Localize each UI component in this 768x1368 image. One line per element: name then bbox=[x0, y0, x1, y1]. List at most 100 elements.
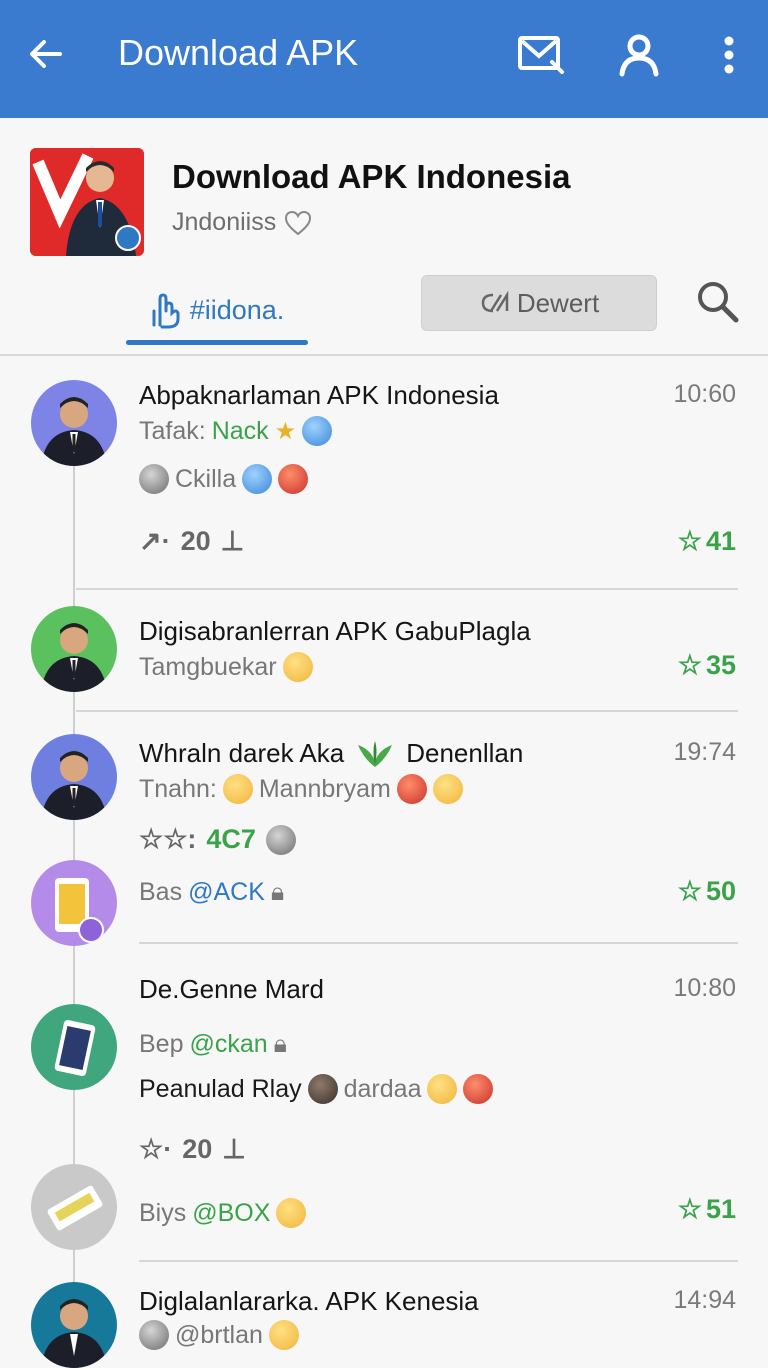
more-vert-icon[interactable] bbox=[712, 32, 746, 78]
emoji-icon bbox=[242, 464, 273, 494]
emoji-icon bbox=[268, 1320, 299, 1350]
post-mention[interactable]: @ACK bbox=[188, 878, 265, 907]
post-line: Biys @BOX bbox=[139, 1198, 307, 1228]
post-line-prefix: Bep bbox=[139, 1030, 184, 1058]
avatar[interactable] bbox=[31, 606, 117, 692]
post-divider bbox=[139, 942, 738, 944]
avatar-mini bbox=[139, 1320, 169, 1350]
profile-name: Download APK Indonesia bbox=[172, 158, 571, 195]
avatar[interactable] bbox=[31, 1164, 117, 1250]
star-icon[interactable]: ☆☆: bbox=[139, 824, 196, 855]
avatar[interactable] bbox=[31, 734, 117, 820]
rating[interactable]: ☆ 50 bbox=[678, 876, 736, 907]
post-line-prefix: Bas bbox=[139, 878, 183, 906]
avatar[interactable] bbox=[31, 860, 117, 946]
follow-button-label: Dewert bbox=[516, 287, 600, 318]
emoji-icon bbox=[282, 652, 313, 682]
post-author[interactable]: Abpaknarlaman APK Indonesia bbox=[139, 380, 499, 411]
post-feed: Abpaknarlaman APK Indonesia 10:60 Tafak:… bbox=[0, 356, 768, 1368]
rating-count: 35 bbox=[705, 650, 736, 680]
like-count: 20 bbox=[180, 526, 211, 556]
lock-icon: 🔒︎ bbox=[273, 1030, 287, 1058]
shield-icon bbox=[302, 416, 333, 446]
post-author[interactable]: Whraln darek Aka Denenllan bbox=[139, 738, 523, 769]
profile-subtitle-text: Jndoniiss bbox=[172, 208, 277, 236]
star-icon[interactable]: ☆· bbox=[139, 1134, 172, 1165]
reaction-icon[interactable]: ↗· bbox=[139, 526, 171, 557]
rating[interactable]: ☆ 35 bbox=[678, 650, 736, 681]
rating[interactable]: ☆ 51 bbox=[678, 1194, 736, 1225]
rating-count: 50 bbox=[705, 876, 736, 906]
post-time: 10:60 bbox=[673, 380, 736, 408]
like-count: 4C7 bbox=[206, 824, 256, 854]
emoji-icon bbox=[432, 774, 463, 804]
chat-icon bbox=[481, 291, 509, 313]
post-line-prefix: Tnahn: bbox=[139, 774, 217, 803]
post-line-value[interactable]: Nack bbox=[212, 417, 269, 446]
rating-count: 41 bbox=[705, 526, 736, 556]
profile-header: Download APK Indonesia Jndoniiss #iidona… bbox=[0, 118, 768, 358]
post-line-value: dardaa bbox=[343, 1074, 422, 1103]
post-stats: ↗· 20 ⊥ bbox=[139, 526, 244, 557]
post-author[interactable]: De.Genne Mard bbox=[139, 974, 324, 1005]
avatar[interactable] bbox=[31, 1004, 117, 1090]
thumbs-icon[interactable]: ⊥ bbox=[221, 526, 245, 557]
post-mention[interactable]: @ckan bbox=[189, 1030, 267, 1059]
mail-icon[interactable] bbox=[516, 32, 566, 78]
heart-icon[interactable] bbox=[284, 210, 312, 236]
post-line-text: @brtlan bbox=[175, 1320, 263, 1349]
emoji-icon bbox=[427, 1074, 458, 1104]
profile-subtitle: Jndoniiss bbox=[172, 208, 312, 237]
post-line-value: Mannbryam bbox=[258, 774, 391, 803]
search-icon[interactable] bbox=[694, 278, 740, 324]
post-line: Ckilla bbox=[139, 464, 309, 494]
avatar-mini bbox=[307, 1074, 338, 1104]
post-line-prefix: Biys bbox=[139, 1198, 187, 1227]
post-line: Tafak: Nack ★ bbox=[139, 416, 333, 446]
post-line: @brtlan bbox=[139, 1320, 299, 1350]
post-line-text: Ckilla bbox=[175, 464, 237, 493]
emoji-icon bbox=[463, 1074, 494, 1104]
post-author[interactable]: Diglalanlararka. APK Kenesia bbox=[139, 1286, 479, 1317]
post-author-part: Whraln darek Aka bbox=[139, 738, 345, 768]
post-line: Peanulad Rlay dardaa bbox=[139, 1074, 494, 1104]
like-count: 20 bbox=[182, 1134, 213, 1164]
avatar[interactable] bbox=[31, 380, 117, 466]
rating[interactable]: ☆ 41 bbox=[678, 526, 736, 557]
emoji-icon bbox=[278, 464, 309, 494]
app-title: Download APK bbox=[118, 32, 359, 73]
plant-icon bbox=[358, 740, 393, 767]
emoji-icon bbox=[276, 1198, 307, 1228]
emoji-icon bbox=[396, 774, 427, 804]
follow-button[interactable]: Dewert bbox=[421, 275, 657, 331]
post-author[interactable]: Digisabranlerran APK GabuPlagla bbox=[139, 616, 531, 647]
app-logo bbox=[30, 148, 144, 256]
back-arrow-icon[interactable] bbox=[26, 34, 66, 74]
post-line-prefix: Tafak: bbox=[139, 416, 206, 445]
rating-count: 51 bbox=[705, 1194, 736, 1224]
hand-icon bbox=[152, 293, 180, 329]
lock-icon: 🔒︎ bbox=[270, 878, 285, 906]
star-icon: ☆ bbox=[677, 876, 702, 906]
post-line: Bep @ckan 🔒︎ bbox=[139, 1030, 287, 1059]
star-icon: ☆ bbox=[677, 526, 702, 556]
tab-active-label: #iidona. bbox=[189, 294, 285, 325]
post-mention[interactable]: @BOX bbox=[192, 1199, 270, 1228]
post-time: 14:94 bbox=[673, 1286, 736, 1314]
tab-indicator bbox=[126, 340, 308, 345]
post-divider bbox=[76, 588, 738, 590]
post-divider bbox=[76, 710, 738, 712]
tab-active[interactable]: #iidona. bbox=[126, 276, 308, 344]
post-line: Tnahn: Mannbryam bbox=[139, 774, 463, 804]
post-line: Tamgbuekar bbox=[139, 652, 313, 682]
post-divider bbox=[139, 1260, 738, 1262]
post-line-prefix: Peanulad Rlay bbox=[139, 1074, 302, 1103]
user-icon[interactable] bbox=[614, 32, 664, 78]
star-icon: ☆ bbox=[677, 650, 702, 680]
thumbs-icon[interactable]: ⊥ bbox=[222, 1134, 246, 1165]
avatar[interactable] bbox=[31, 1282, 117, 1368]
post-line-text: Tamgbuekar bbox=[139, 652, 277, 681]
emoji-icon bbox=[222, 774, 253, 804]
post-stats: ☆☆: 4C7 bbox=[139, 824, 296, 855]
post-author-part: Denenllan bbox=[406, 738, 524, 768]
